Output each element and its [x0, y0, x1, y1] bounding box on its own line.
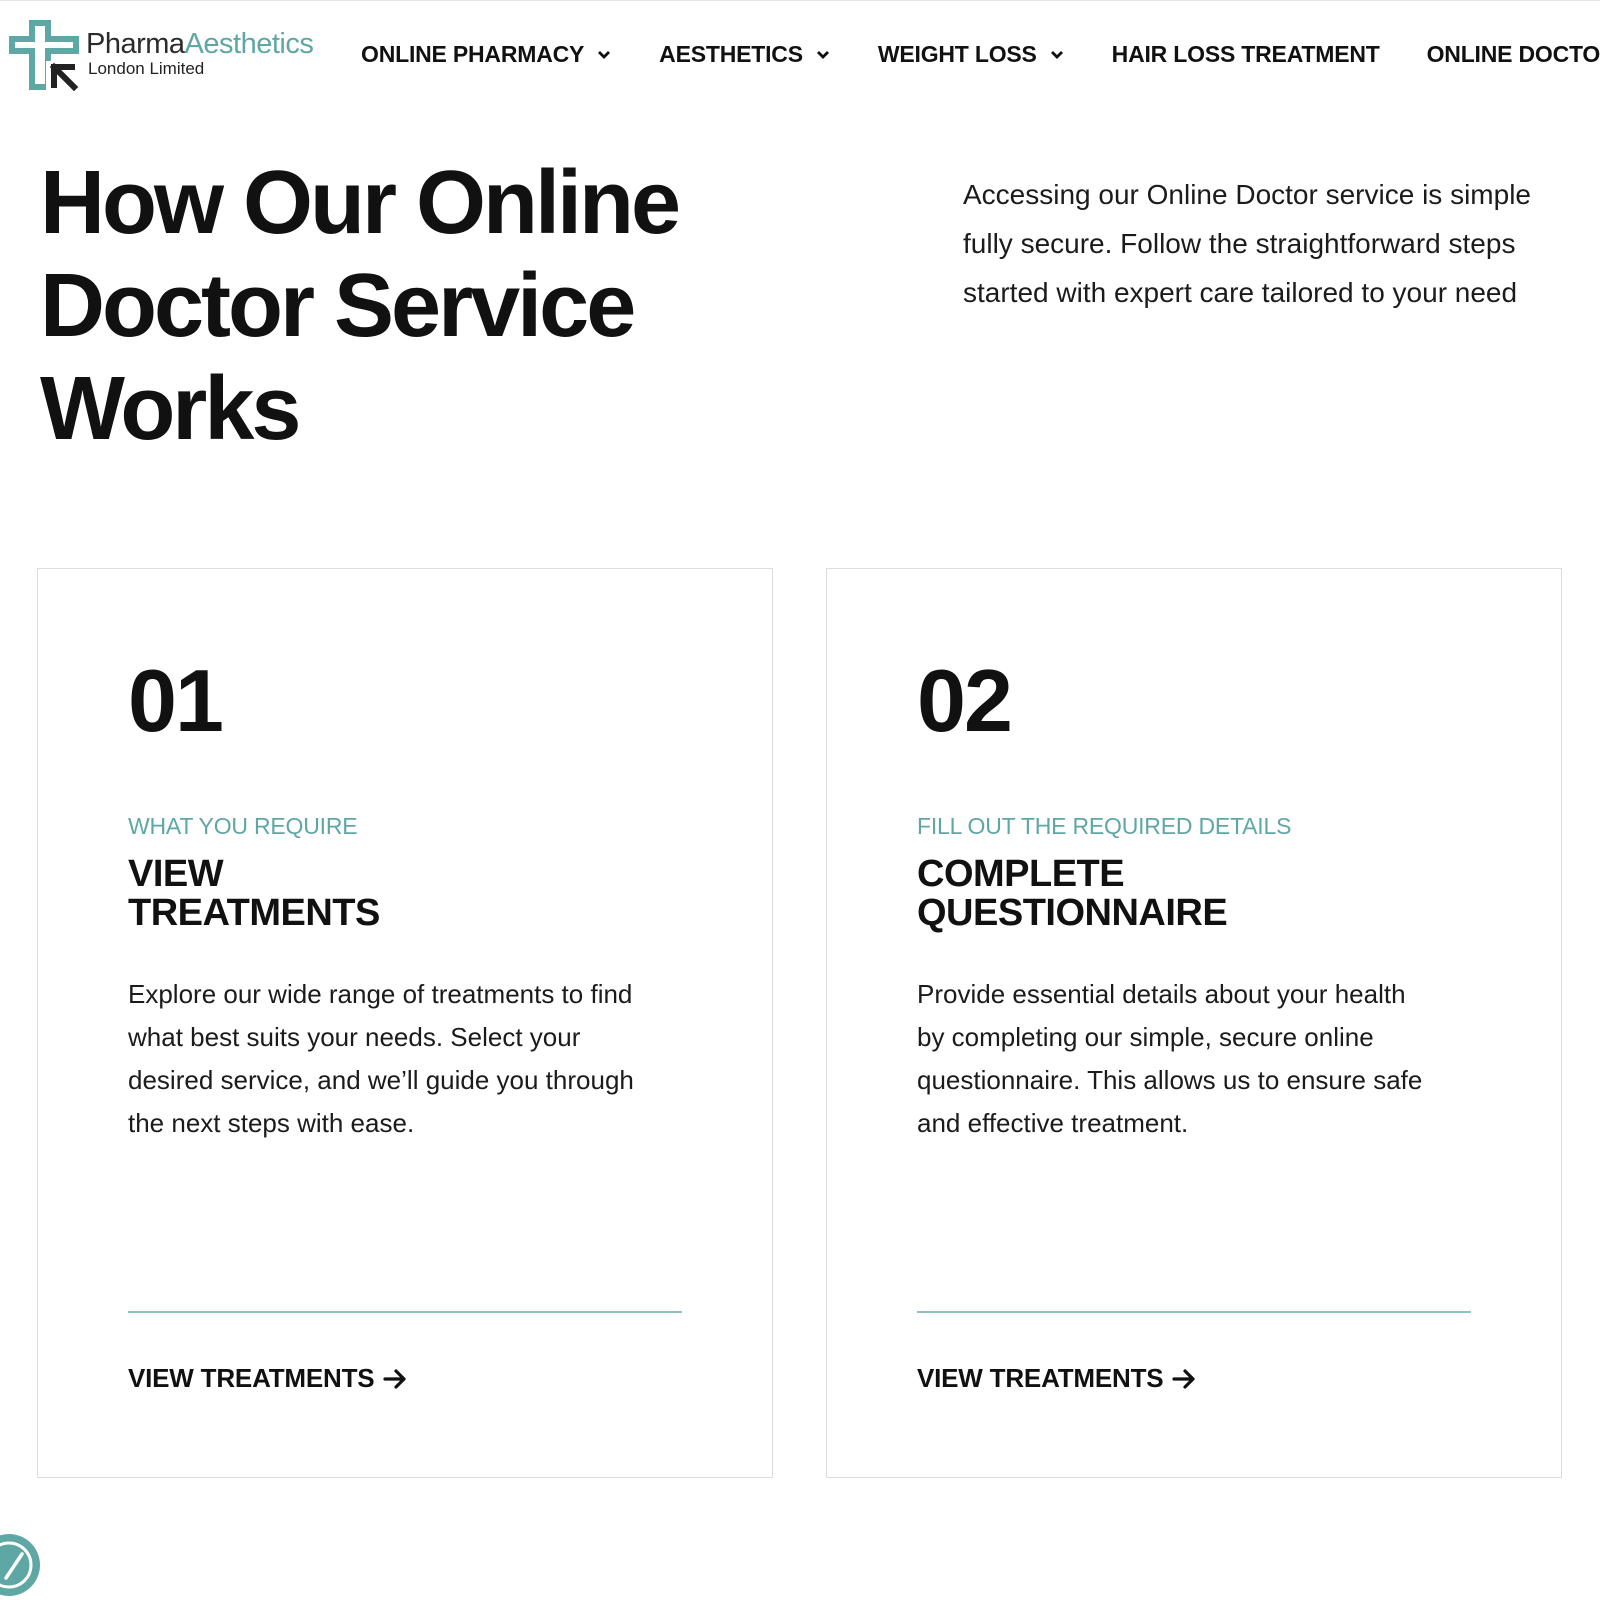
logo-wordmark: PharmaAesthetics London Limited — [86, 28, 314, 79]
chevron-down-icon — [1050, 50, 1063, 59]
step-title: COMPLETE QUESTIONNAIRE — [917, 853, 1228, 934]
nav-item-aesthetics[interactable]: AESTHETICS — [659, 41, 831, 68]
nav-item-hair-loss-treatment[interactable]: HAIR LOSS TREATMENT — [1112, 41, 1380, 68]
site-logo[interactable]: PharmaAesthetics London Limited — [8, 19, 328, 94]
step-title-line: QUESTIONNAIRE — [917, 892, 1228, 934]
view-treatments-link[interactable]: VIEW TREATMENTS — [128, 1363, 408, 1394]
logo-name: PharmaAesthetics — [86, 28, 314, 60]
nav-item-label: ONLINE DOCTO — [1426, 41, 1600, 67]
step-description-line: what best suits your needs. Select your — [128, 1022, 581, 1052]
step-description: Explore our wide range of treatments to … — [128, 973, 708, 1145]
step-description-line: Provide essential details about your hea… — [917, 979, 1406, 1009]
view-treatments-link[interactable]: VIEW TREATMENTS — [917, 1363, 1197, 1394]
step-number: 01 — [128, 651, 224, 750]
intro-text-line: fully secure. Follow the straightforward… — [963, 228, 1516, 259]
intro-text-line: started with expert care tailored to you… — [963, 277, 1518, 308]
page-title-line: How Our Online — [40, 153, 681, 253]
view-treatments-link-label: VIEW TREATMENTS — [917, 1363, 1164, 1393]
step-description-line: by completing our simple, secure online — [917, 1022, 1374, 1052]
divider — [128, 1311, 682, 1313]
step-description-line: the next steps with ease. — [128, 1108, 415, 1138]
floating-action-button[interactable] — [0, 1534, 40, 1596]
nav-item-label: HAIR LOSS TREATMENT — [1111, 41, 1380, 67]
nav-item-online-pharmacy[interactable]: ONLINE PHARMACY — [361, 41, 612, 68]
step-title: VIEW TREATMENTS — [128, 855, 380, 933]
checkmark-badge-icon — [0, 1541, 33, 1589]
step-description-line: desired service, and we’ll guide you thr… — [128, 1065, 634, 1095]
arrow-right-icon — [1172, 1368, 1196, 1389]
main-nav: ONLINE PHARMACY AESTHETICS WEIGHT LOSS H… — [361, 41, 1600, 68]
step-card-1: 01 WHAT YOU REQUIRE VIEW TREATMENTS Expl… — [37, 568, 773, 1478]
step-description-line: Explore our wide range of treatments to … — [128, 979, 633, 1009]
page-title-line: Doctor Service — [40, 256, 636, 356]
logo-name-part1: Pharma — [86, 28, 185, 60]
nav-item-online-doctor[interactable]: ONLINE DOCTO — [1427, 41, 1600, 68]
step-eyebrow: WHAT YOU REQUIRE — [128, 813, 358, 839]
intro-text: Accessing our Online Doctor service is s… — [963, 170, 1600, 317]
logo-subtitle: London Limited — [88, 59, 205, 78]
view-treatments-link-label: VIEW TREATMENTS — [128, 1363, 375, 1393]
logo-name-part2: Aesthetics — [184, 28, 314, 60]
chevron-down-icon — [816, 50, 829, 59]
intro-text-line: Accessing our Online Doctor service is s… — [963, 179, 1531, 210]
step-description-line: and effective treatment. — [917, 1108, 1189, 1138]
nav-item-weight-loss[interactable]: WEIGHT LOSS — [878, 41, 1065, 68]
step-eyebrow: FILL OUT THE REQUIRED DETAILS — [917, 813, 1292, 839]
step-title-line: VIEW — [128, 853, 224, 895]
step-description: Provide essential details about your hea… — [917, 973, 1497, 1145]
medical-cross-arrow-icon — [9, 20, 80, 91]
page-title: How Our Online Doctor Service Works — [40, 152, 800, 461]
divider — [917, 1311, 1471, 1313]
nav-item-label: ONLINE PHARMACY — [361, 41, 585, 67]
step-number: 02 — [917, 651, 1013, 750]
nav-item-label: AESTHETICS — [659, 41, 803, 67]
nav-item-label: WEIGHT LOSS — [877, 41, 1037, 67]
arrow-right-icon — [383, 1368, 407, 1389]
site-header: PharmaAesthetics London Limited ONLINE P… — [0, 0, 1600, 110]
step-description-line: questionnaire. This allows us to ensure … — [917, 1065, 1423, 1095]
page-title-line: Works — [40, 359, 301, 459]
step-title-line: TREATMENTS — [128, 892, 380, 934]
chevron-down-icon — [598, 50, 611, 59]
step-card-2: 02 FILL OUT THE REQUIRED DETAILS COMPLET… — [826, 568, 1562, 1478]
step-title-line: COMPLETE — [917, 853, 1125, 895]
